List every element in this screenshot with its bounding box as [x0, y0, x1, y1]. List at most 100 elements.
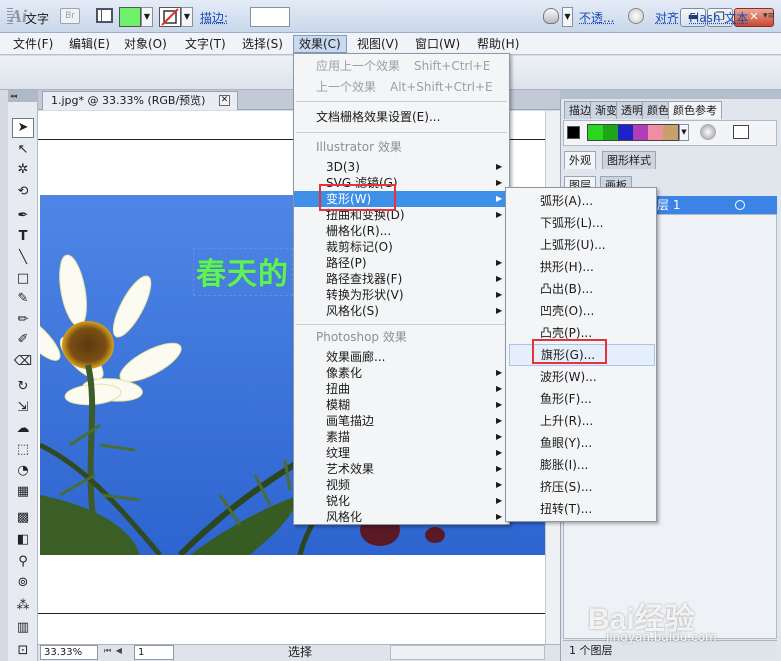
column-graph-tool-icon[interactable]: ▥ [12, 618, 34, 638]
menu-view[interactable]: 视图(V) [352, 35, 404, 53]
menu-object[interactable]: 对象(O) [119, 35, 172, 53]
warp-item-squeeze[interactable]: 挤压(S)... [506, 476, 656, 498]
menu-item-rasterize[interactable]: 栅格化(R)... [294, 223, 509, 239]
perspective-grid-tool-icon[interactable]: ▦ [12, 482, 34, 502]
tools-panel-header[interactable]: ◂◂ [8, 90, 38, 102]
line-tool-icon[interactable]: ╲ [12, 248, 34, 268]
menu-item-stylize-ps[interactable]: 风格化 ▶ [294, 509, 509, 525]
menu-effect[interactable]: 效果(C) [293, 35, 347, 53]
shape-builder-tool-icon[interactable]: ◔ [12, 461, 34, 481]
status-label[interactable]: 选择 [213, 645, 387, 660]
flash-text-label[interactable]: Flash 文本 [689, 9, 748, 26]
menu-type[interactable]: 文字(T) [180, 35, 231, 53]
warp-item-shell-lower[interactable]: 凹壳(O)... [506, 300, 656, 322]
paintbrush-tool-icon[interactable]: ✎ [12, 289, 34, 309]
tab-color-guide[interactable]: 颜色参考 [668, 101, 722, 119]
type-tool-icon[interactable]: T [12, 227, 34, 247]
menu-item-3d[interactable]: 3D(3) ▶ [294, 159, 509, 175]
harmony-dropdown-button[interactable]: ▼ [679, 124, 689, 141]
color-swatch[interactable] [588, 125, 603, 140]
brush-definition-icon[interactable] [543, 8, 559, 24]
menu-item-stylize-ai[interactable]: 风格化(S) ▶ [294, 303, 509, 319]
mesh-tool-icon[interactable]: ▩ [12, 508, 34, 528]
warp-item-fisheye[interactable]: 鱼眼(Y)... [506, 432, 656, 454]
menu-item-last-effect[interactable]: 上一个效果 Alt+Shift+Ctrl+E [294, 79, 509, 95]
close-tab-icon[interactable]: ✕ [219, 95, 230, 106]
menu-edit[interactable]: 编辑(E) [64, 35, 115, 53]
warp-tool-icon[interactable]: ☁ [12, 419, 34, 439]
tab-graphic-styles[interactable]: 图形样式 [602, 151, 656, 169]
warp-item-arch[interactable]: 拱形(H)... [506, 256, 656, 278]
menu-item-blur[interactable]: 模糊 ▶ [294, 397, 509, 413]
free-transform-tool-icon[interactable]: ⬚ [12, 440, 34, 460]
eraser-tool-icon[interactable]: ⌫ [12, 352, 34, 372]
stroke-dropdown-button[interactable]: ▼ [181, 7, 193, 27]
menu-item-apply-last-effect[interactable]: 应用上一个效果 Shift+Ctrl+E [294, 58, 509, 74]
warp-item-wave[interactable]: 波形(W)... [506, 366, 656, 388]
warp-item-inflate[interactable]: 膨胀(I)... [506, 454, 656, 476]
scale-tool-icon[interactable]: ⇲ [12, 398, 34, 418]
recolor-artwork-icon[interactable] [628, 8, 644, 24]
color-swatch[interactable] [618, 125, 633, 140]
warp-item-arc[interactable]: 弧形(A)... [506, 190, 656, 212]
menu-window[interactable]: 窗口(W) [410, 35, 465, 53]
rotate-tool-icon[interactable]: ↻ [12, 377, 34, 397]
control-menu-button[interactable]: ▾≡ [762, 8, 776, 24]
save-color-group-icon[interactable] [733, 125, 749, 139]
brush-dropdown-button[interactable]: ▼ [562, 7, 573, 27]
artboard-number-select[interactable]: 1 [134, 645, 174, 660]
pencil-tool-icon[interactable]: ✏ [12, 310, 34, 330]
menu-item-crop-marks[interactable]: 裁剪标记(O) [294, 239, 509, 255]
selection-tool-icon[interactable]: ➤ [12, 118, 34, 138]
magic-wand-tool-icon[interactable]: ✲ [12, 160, 34, 180]
menu-item-convert-to-shape[interactable]: 转换为形状(V) ▶ [294, 287, 509, 303]
menu-item-pathfinder[interactable]: 路径查找器(F) ▶ [294, 271, 509, 287]
fill-color-swatch[interactable] [119, 7, 141, 27]
pen-tool-icon[interactable]: ✒ [12, 206, 34, 226]
color-swatch[interactable] [648, 125, 663, 140]
symbol-sprayer-tool-icon[interactable]: ⁂ [12, 596, 34, 616]
direct-selection-tool-icon[interactable]: ↖ [12, 140, 34, 160]
stroke-label[interactable]: 描边: [200, 9, 228, 26]
layer-target-icon[interactable] [735, 200, 745, 210]
rectangle-tool-icon[interactable]: □ [12, 269, 34, 289]
menu-item-effect-gallery[interactable]: 效果画廊... [294, 349, 509, 365]
document-tab[interactable]: 1.jpg* @ 33.33% (RGB/预览) [42, 91, 238, 110]
menu-item-artistic[interactable]: 艺术效果 ▶ [294, 461, 509, 477]
blob-brush-tool-icon[interactable]: ✐ [12, 330, 34, 350]
color-swatch[interactable] [633, 125, 648, 140]
art-text[interactable]: 春天的 [196, 249, 289, 293]
bridge-button[interactable]: Br [60, 8, 80, 24]
horizontal-scrollbar[interactable] [390, 645, 545, 660]
warp-item-fish[interactable]: 鱼形(F)... [506, 388, 656, 410]
gradient-tool-icon[interactable]: ◧ [12, 530, 34, 550]
warp-item-rise[interactable]: 上升(R)... [506, 410, 656, 432]
color-swatch[interactable] [663, 125, 678, 140]
edit-colors-icon[interactable] [700, 124, 716, 140]
menu-item-pixelate[interactable]: 像素化 ▶ [294, 365, 509, 381]
menu-item-distort[interactable]: 扭曲 ▶ [294, 381, 509, 397]
opacity-label[interactable]: 不透... [579, 9, 614, 26]
artboard-tool-icon[interactable]: ⊡ [12, 641, 34, 661]
align-label[interactable]: 对齐 [655, 9, 679, 26]
base-color-swatch[interactable] [567, 126, 580, 139]
menu-item-raster-settings[interactable]: 文档栅格效果设置(E)... [294, 109, 509, 125]
zoom-select[interactable]: 33.33% [40, 645, 98, 660]
menu-select[interactable]: 选择(S) [237, 35, 288, 53]
eyedropper-tool-icon[interactable]: ⚲ [12, 552, 34, 572]
lasso-tool-icon[interactable]: ⟲ [12, 182, 34, 202]
stroke-weight-input[interactable] [250, 7, 290, 27]
fill-dropdown-button[interactable]: ▼ [141, 7, 153, 27]
warp-item-arc-lower[interactable]: 下弧形(L)... [506, 212, 656, 234]
menu-item-brush-strokes[interactable]: 画笔描边 ▶ [294, 413, 509, 429]
first-previous-artboard-buttons[interactable]: ⏮ ◀ [104, 646, 134, 659]
menu-item-video[interactable]: 视频 ▶ [294, 477, 509, 493]
panel-dock-header[interactable] [560, 90, 781, 99]
menu-item-sketch[interactable]: 素描 ▶ [294, 429, 509, 445]
tab-appearance[interactable]: 外观 [564, 151, 596, 169]
blend-tool-icon[interactable]: ⊚ [12, 573, 34, 593]
harmony-color-strip[interactable] [587, 124, 679, 141]
color-swatch[interactable] [603, 125, 618, 140]
control-bar-grip[interactable] [7, 8, 13, 26]
warp-item-twist[interactable]: 扭转(T)... [506, 498, 656, 520]
